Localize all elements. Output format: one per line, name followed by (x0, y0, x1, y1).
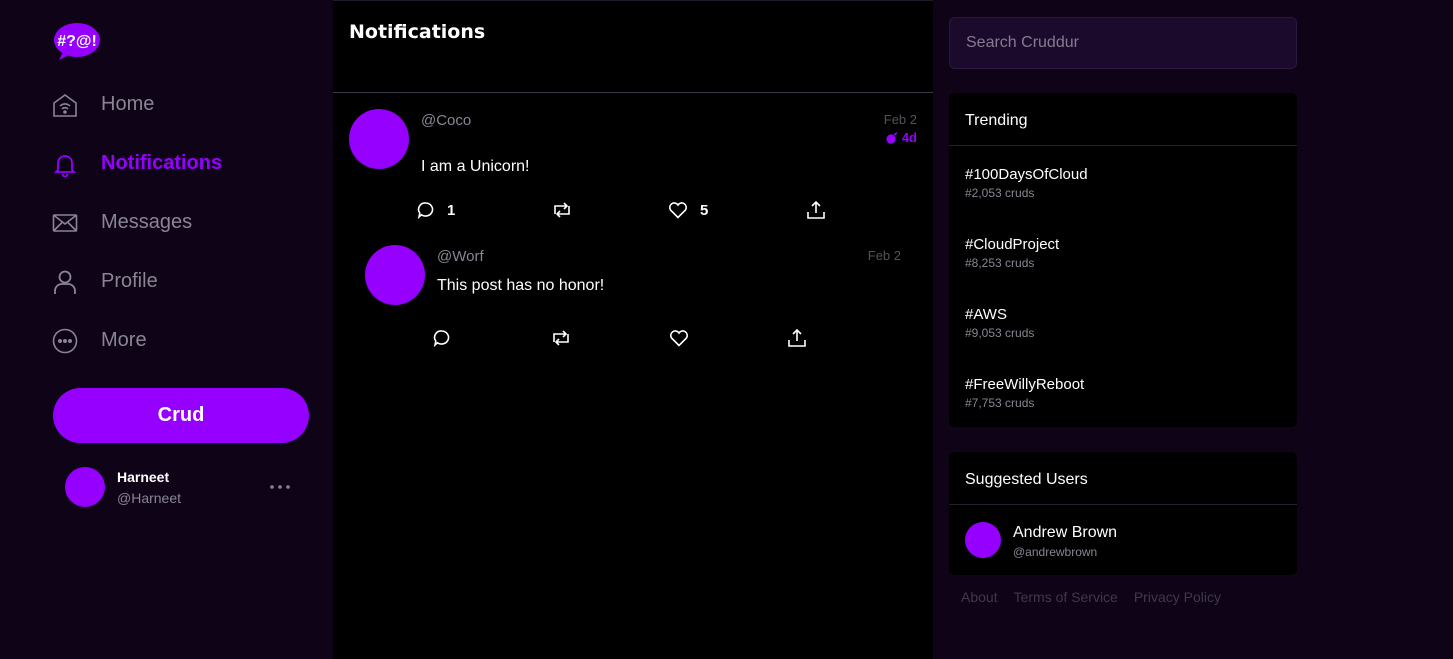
main-feed: Notifications @Coco Feb 2 4d I am a Unic… (333, 0, 933, 659)
avatar[interactable] (349, 109, 409, 169)
avatar (65, 467, 105, 507)
nav-label-messages: Messages (101, 211, 193, 233)
trend-count: #2,053 cruds (965, 186, 1035, 200)
reply-icon (433, 330, 450, 347)
nav-label-more: More (101, 329, 147, 351)
suggested-users-title: Suggested Users (949, 452, 1297, 505)
activity-date: Feb 2 (883, 112, 917, 127)
trending-panel: Trending #100DaysOfCloud #2,053 cruds #C… (949, 93, 1297, 427)
activity-handle[interactable]: @Coco (421, 112, 471, 129)
feed-header: Notifications (333, 1, 933, 93)
nav-label-home: Home (101, 93, 155, 115)
trend-item[interactable]: #100DaysOfCloud #2,053 cruds (949, 146, 1297, 216)
trend-tag: #AWS (965, 306, 1007, 323)
trend-tag: #100DaysOfCloud (965, 166, 1088, 183)
bell-icon (52, 151, 78, 177)
reply-button[interactable] (433, 328, 551, 348)
heart-icon (669, 330, 689, 347)
activity-expires-at: 4d (885, 130, 917, 145)
nav-label-notifications: Notifications (101, 152, 223, 174)
nav-item-home[interactable]: Home (52, 75, 222, 134)
avatar[interactable] (365, 245, 425, 305)
repost-button[interactable] (552, 200, 668, 220)
trend-tag: #FreeWillyReboot (965, 376, 1085, 393)
suggested-user-name: Andrew Brown (1013, 524, 1118, 541)
activity-message: This post has no honor! (437, 277, 605, 294)
nav-item-profile[interactable]: Profile (52, 252, 222, 311)
main-nav: Home Notifications Messages Profile More (52, 75, 222, 370)
suggested-users-panel: Suggested Users Andrew Brown @andrewbrow… (949, 452, 1297, 575)
bomb-icon (886, 131, 898, 144)
suggested-user-handle: @andrewbrown (1013, 545, 1098, 559)
logo-text: #?@! (57, 33, 97, 50)
repost-icon (553, 330, 569, 346)
activity-actions: 1 5 (417, 200, 826, 220)
reply-icon (417, 202, 434, 219)
like-button[interactable]: 5 (668, 200, 806, 220)
repost-button[interactable] (551, 328, 669, 348)
trend-item[interactable]: #AWS #9,053 cruds (949, 286, 1297, 356)
home-icon (52, 92, 78, 118)
nav-item-more[interactable]: More (52, 311, 222, 370)
share-button[interactable] (806, 200, 826, 220)
trend-count: #7,753 cruds (965, 396, 1035, 410)
more-dots-icon[interactable] (269, 479, 291, 495)
terms-link[interactable]: Terms of Service (1014, 589, 1118, 605)
trend-tag: #CloudProject (965, 236, 1060, 253)
envelope-icon (52, 210, 78, 236)
nav-label-profile: Profile (101, 270, 158, 292)
profile-name: Harneet (117, 469, 170, 485)
sidebar: #?@! Home Notifications Messages Profile… (0, 0, 333, 659)
share-button[interactable] (787, 328, 807, 348)
trend-item[interactable]: #FreeWillyReboot #7,753 cruds (949, 356, 1297, 426)
trend-item[interactable]: #CloudProject #8,253 cruds (949, 216, 1297, 286)
like-button[interactable] (669, 328, 787, 348)
about-link[interactable]: About (961, 589, 998, 605)
crud-button[interactable]: Crud (53, 388, 309, 443)
trend-count: #8,253 cruds (965, 256, 1035, 270)
avatar (965, 522, 1001, 558)
activity-expires-text: 4d (901, 130, 917, 145)
activity-actions (433, 328, 807, 348)
share-icon (807, 200, 825, 219)
heart-icon (668, 202, 688, 219)
activity-date: Feb 2 (867, 248, 901, 263)
activity-item[interactable]: @Worf Feb 2 This post has no honor! (333, 243, 933, 373)
activity-handle[interactable]: @Worf (437, 248, 484, 265)
activity-item[interactable]: @Coco Feb 2 4d I am a Unicorn! 1 5 (333, 93, 933, 243)
reply-count: 1 (447, 201, 456, 219)
suggested-user-item[interactable]: Andrew Brown @andrewbrown (949, 505, 1297, 575)
trending-title: Trending (949, 93, 1297, 146)
like-count: 5 (700, 201, 709, 219)
page-title: Notifications (349, 21, 486, 43)
profile-info[interactable]: Harneet @Harneet (65, 467, 295, 509)
nav-item-notifications[interactable]: Notifications (52, 134, 222, 193)
user-icon (52, 269, 78, 295)
nav-item-messages[interactable]: Messages (52, 193, 222, 252)
more-circle-icon (52, 328, 78, 354)
cruddur-logo[interactable]: #?@! (53, 21, 101, 61)
share-icon (788, 328, 806, 347)
privacy-link[interactable]: Privacy Policy (1134, 589, 1221, 605)
search-input[interactable] (949, 17, 1297, 69)
profile-handle: @Harneet (117, 490, 182, 506)
reply-button[interactable]: 1 (417, 200, 552, 220)
footer-links: About Terms of Service Privacy Policy (961, 589, 1221, 605)
activity-message: I am a Unicorn! (421, 158, 530, 175)
trend-count: #9,053 cruds (965, 326, 1035, 340)
repost-icon (554, 202, 570, 218)
